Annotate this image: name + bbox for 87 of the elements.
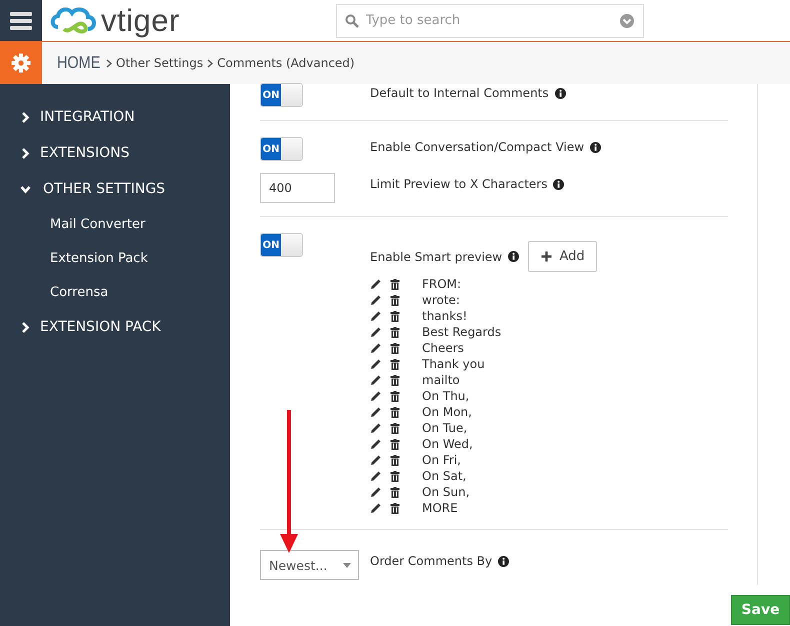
trash-icon[interactable] <box>390 374 400 386</box>
search-field[interactable]: Type to search <box>336 4 644 38</box>
phrase-text: FROM: <box>422 277 462 291</box>
phrase-text: thanks! <box>422 309 468 323</box>
chevron-right-icon <box>20 148 31 158</box>
pencil-icon[interactable] <box>370 310 381 322</box>
trash-icon[interactable] <box>390 310 400 322</box>
chevron-down-icon <box>20 184 31 194</box>
add-button[interactable]: Add <box>528 241 598 272</box>
setting-label: Default to Internal Comments <box>370 86 549 100</box>
trash-icon[interactable] <box>390 486 400 498</box>
dropdown-icon[interactable] <box>620 14 634 28</box>
setting-label: Enable Conversation/Compact View <box>370 140 584 154</box>
sidebar-item[interactable]: EXTENSION PACK <box>0 309 230 345</box>
trash-icon[interactable] <box>390 326 400 338</box>
info-icon <box>508 251 520 262</box>
menu-icon <box>10 12 32 30</box>
pencil-icon[interactable] <box>370 502 381 514</box>
toggle-switch[interactable]: ON <box>260 233 303 257</box>
pencil-icon[interactable] <box>370 470 381 482</box>
chevron-right-icon <box>20 112 31 122</box>
chevron-icon <box>207 58 214 68</box>
phrase-text: On Thu, <box>422 389 470 403</box>
number-field[interactable]: 400 <box>260 173 335 203</box>
trash-icon[interactable] <box>390 470 400 482</box>
pencil-icon[interactable] <box>370 294 381 306</box>
phrase-text: On Fri, <box>422 453 461 467</box>
phrase-text: On Tue, <box>422 421 468 435</box>
sidebar-subitem[interactable]: Mail Converter <box>0 207 230 241</box>
setting-label: Enable Smart preview <box>370 250 502 264</box>
phrase-text: Best Regards <box>422 325 502 339</box>
info-icon <box>498 556 510 566</box>
setting-label: Limit Preview to X Characters <box>370 177 548 191</box>
trash-icon[interactable] <box>390 342 400 354</box>
cloud-logo-icon <box>50 4 98 36</box>
toggle-switch[interactable]: ON <box>260 137 303 161</box>
phrase-text: On Wed, <box>422 437 473 451</box>
chevron-right-icon <box>20 322 31 332</box>
trash-icon[interactable] <box>390 422 400 434</box>
menu-button[interactable] <box>0 0 42 41</box>
phrase-text: Thank you <box>422 357 485 371</box>
sidebar-item[interactable]: OTHER SETTINGS <box>0 171 230 207</box>
trash-icon[interactable] <box>390 390 400 402</box>
search-icon <box>344 14 359 28</box>
phrase-text: On Sat, <box>422 469 466 483</box>
setting-label: Order Comments By <box>370 554 492 568</box>
trash-icon[interactable] <box>390 502 400 514</box>
caret-icon <box>343 562 351 568</box>
phrase-text: Cheers <box>422 341 464 355</box>
pencil-icon[interactable] <box>370 406 381 418</box>
sidebar-subitem[interactable]: Corrensa <box>0 275 230 309</box>
info-icon <box>553 178 564 190</box>
pencil-icon[interactable] <box>370 358 381 370</box>
info-icon <box>590 142 602 152</box>
pencil-icon[interactable] <box>370 390 381 402</box>
trash-icon[interactable] <box>390 438 400 450</box>
pencil-icon[interactable] <box>370 326 381 338</box>
phrase-text: MORE <box>422 501 458 515</box>
phrase-text: wrote: <box>422 293 460 307</box>
sidebar-item[interactable]: INTEGRATION <box>0 99 230 135</box>
pencil-icon[interactable] <box>370 486 381 498</box>
trash-icon[interactable] <box>390 358 400 370</box>
pencil-icon[interactable] <box>370 342 381 354</box>
breadcrumb-link[interactable]: Other Settings <box>116 56 204 70</box>
pencil-icon[interactable] <box>370 438 381 450</box>
chevron-icon <box>106 58 112 68</box>
pencil-icon[interactable] <box>370 422 381 434</box>
phrase-text: On Mon, <box>422 405 472 419</box>
trash-icon[interactable] <box>390 294 400 306</box>
pencil-icon[interactable] <box>370 278 381 290</box>
pencil-icon[interactable] <box>370 454 381 466</box>
trash-icon[interactable] <box>390 406 400 418</box>
settings-icon <box>11 53 31 73</box>
phrase-text: mailto <box>422 373 460 387</box>
pencil-icon[interactable] <box>370 374 381 386</box>
toggle-switch[interactable]: ON <box>260 83 303 107</box>
breadcrumb-link[interactable]: HOME <box>57 53 100 73</box>
trash-icon[interactable] <box>390 454 400 466</box>
trash-icon[interactable] <box>390 278 400 290</box>
dropdown[interactable]: Newest... <box>260 550 359 580</box>
phrase-text: On Sun, <box>422 485 470 499</box>
breadcrumb-link[interactable]: Comments (Advanced) <box>217 56 355 70</box>
plus-icon <box>540 251 552 262</box>
sidebar-item[interactable]: EXTENSIONS <box>0 135 230 171</box>
logo-text: vtiger <box>101 5 180 36</box>
sidebar-subitem[interactable]: Extension Pack <box>0 241 230 275</box>
info-icon <box>554 88 566 98</box>
